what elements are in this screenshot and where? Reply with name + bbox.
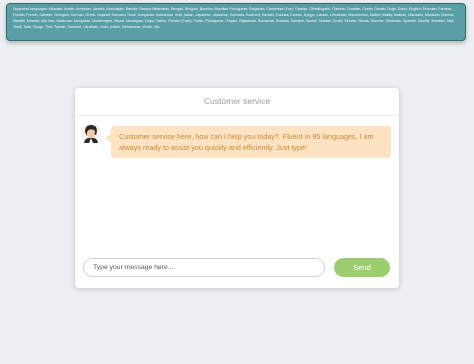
chat-header: Customer service	[75, 88, 399, 116]
chat-title: Customer service	[203, 96, 271, 106]
supported-languages-text: Supported languages: Albanian, Arabic, A…	[13, 7, 455, 29]
agent-avatar-icon	[81, 123, 101, 143]
welcome-message-bubble: Customer service here, how can I help yo…	[105, 126, 391, 158]
supported-languages-banner: Supported languages: Albanian, Arabic, A…	[6, 3, 466, 41]
message-input[interactable]	[83, 258, 325, 277]
send-button[interactable]: Send	[334, 258, 390, 277]
welcome-message-text: Customer service here, how can I help yo…	[119, 132, 374, 152]
chat-window: Customer service Customer service here, …	[75, 88, 399, 288]
